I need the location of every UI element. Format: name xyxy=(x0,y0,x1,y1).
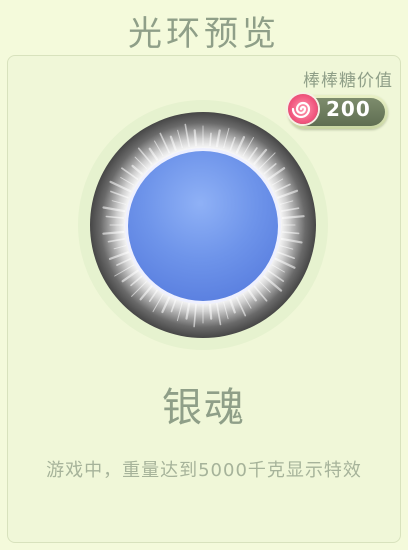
halo-orb xyxy=(128,151,278,301)
price-value: 200 xyxy=(326,97,371,121)
halo-name: 银魂 xyxy=(162,385,246,431)
page-title: 光环预览 xyxy=(128,14,280,54)
halo-description: 游戏中，重量达到5000千克显示特效 xyxy=(46,460,362,481)
halo-preview xyxy=(78,100,328,350)
price-label: 棒棒糖价值 xyxy=(303,71,393,91)
